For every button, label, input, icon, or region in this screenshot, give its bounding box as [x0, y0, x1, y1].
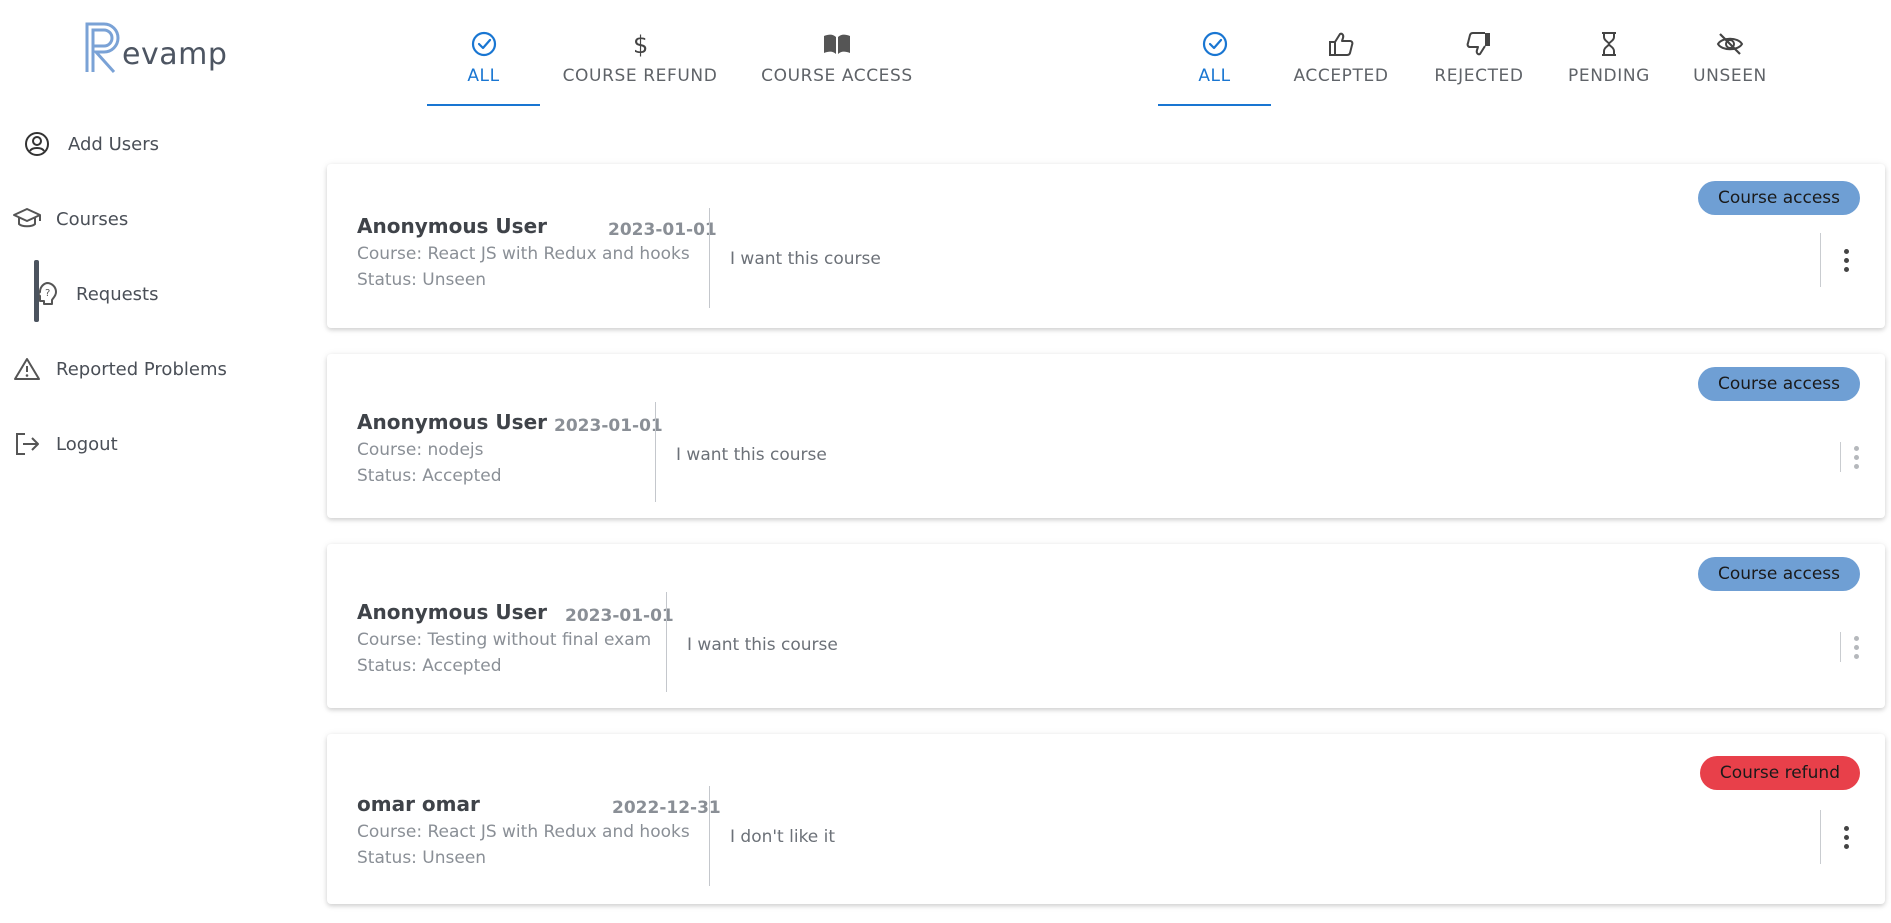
request-date: 2023-01-01	[565, 606, 674, 626]
sidebar-item-label: Logout	[56, 433, 118, 455]
request-card[interactable]: Anonymous User Course: Testing without f…	[327, 544, 1885, 708]
sidebar-item-label: Reported Problems	[56, 358, 227, 380]
more-options-icon[interactable]	[1836, 243, 1856, 277]
card-divider	[655, 402, 656, 502]
graduation-cap-icon	[12, 204, 42, 234]
hourglass-icon	[1593, 28, 1625, 60]
tab-label: REJECTED	[1434, 66, 1524, 86]
check-circle-icon	[1199, 28, 1231, 60]
logout-icon	[12, 429, 42, 459]
request-card[interactable]: omar omar Course: React JS with Redux an…	[327, 734, 1885, 904]
svg-text:?: ?	[45, 288, 50, 299]
tab-rejected[interactable]: REJECTED	[1411, 22, 1547, 106]
tab-accepted[interactable]: ACCEPTED	[1271, 22, 1411, 106]
request-card[interactable]: Anonymous User Course: nodejs Status: Ac…	[327, 354, 1885, 518]
request-course: Course: React JS with Redux and hooks	[357, 822, 690, 842]
tab-label: COURSE REFUND	[562, 66, 718, 86]
request-message: I don't like it	[730, 827, 836, 847]
request-message: I want this course	[687, 635, 838, 655]
request-type-badge: Course access	[1697, 181, 1860, 215]
card-divider	[709, 786, 710, 886]
request-type-badge: Course refund	[1699, 756, 1860, 790]
menu-divider	[1840, 442, 1841, 472]
sidebar-item-add-users[interactable]: Add Users	[22, 124, 159, 164]
request-list: Anonymous User Course: React JS with Red…	[327, 164, 1887, 923]
card-divider	[666, 592, 667, 692]
user-circle-icon	[22, 129, 52, 159]
request-message: I want this course	[730, 249, 881, 269]
thumbs-up-icon	[1325, 28, 1357, 60]
menu-divider	[1820, 810, 1821, 864]
request-status: Status: Accepted	[357, 656, 502, 676]
requester-name: Anonymous User	[357, 410, 547, 434]
book-icon	[821, 28, 853, 60]
sidebar-item-reported-problems[interactable]: Reported Problems	[12, 349, 227, 389]
more-options-icon[interactable]	[1836, 820, 1856, 854]
revamp-logo-icon	[85, 22, 120, 74]
tab-label: UNSEEN	[1693, 66, 1767, 86]
tab-label: ALL	[467, 66, 500, 86]
logo-text: evamp	[122, 37, 228, 72]
request-status: Status: Accepted	[357, 466, 502, 486]
request-status: Status: Unseen	[357, 848, 487, 868]
tab-label: ALL	[1198, 66, 1231, 86]
tab-label: COURSE ACCESS	[761, 66, 913, 86]
sidebar-item-courses[interactable]: Courses	[12, 199, 128, 239]
revamp-logo[interactable]: evamp	[84, 18, 227, 74]
more-options-icon[interactable]	[1846, 630, 1866, 664]
card-divider	[709, 208, 710, 308]
sidebar: evamp Add Users Courses ? Requests Repor…	[0, 0, 320, 923]
request-date: 2022-12-31	[612, 798, 721, 818]
eye-off-icon	[1714, 28, 1746, 60]
tab-course-access[interactable]: COURSE ACCESS	[740, 22, 934, 106]
menu-divider	[1840, 632, 1841, 662]
request-status: Status: Unseen	[357, 270, 487, 290]
more-options-icon[interactable]	[1846, 440, 1866, 474]
request-type-badge: Course access	[1697, 367, 1860, 401]
tab-unseen[interactable]: UNSEEN	[1671, 22, 1789, 106]
question-bubble-icon: ?	[32, 279, 62, 309]
sidebar-item-label: Requests	[76, 283, 159, 305]
request-course: Course: Testing without final exam	[357, 630, 652, 650]
check-circle-icon	[468, 28, 500, 60]
request-status-tabs: ALL ACCEPTED REJECTED PENDING UNSEEN	[1158, 22, 1789, 106]
sidebar-item-logout[interactable]: Logout	[12, 424, 118, 464]
menu-divider	[1820, 233, 1821, 287]
request-message: I want this course	[676, 445, 827, 465]
tab-all-statuses[interactable]: ALL	[1158, 22, 1271, 106]
request-type-badge: Course access	[1697, 557, 1860, 591]
request-course: Course: React JS with Redux and hooks	[357, 244, 690, 264]
request-card[interactable]: Anonymous User Course: React JS with Red…	[327, 164, 1885, 328]
request-type-tabs: ALL $ COURSE REFUND COURSE ACCESS	[427, 22, 934, 106]
request-date: 2023-01-01	[608, 220, 717, 240]
tab-all-types[interactable]: ALL	[427, 22, 540, 106]
sidebar-item-label: Courses	[56, 208, 129, 230]
svg-text:$: $	[633, 31, 648, 58]
dollar-icon: $	[624, 28, 656, 60]
tab-label: ACCEPTED	[1293, 66, 1389, 86]
request-date: 2023-01-01	[554, 416, 663, 436]
sidebar-item-label: Add Users	[68, 133, 159, 155]
request-info: Anonymous User Course: nodejs Status: Ac…	[357, 410, 547, 486]
tab-label: PENDING	[1568, 66, 1650, 86]
thumbs-down-icon	[1463, 28, 1495, 60]
request-course: Course: nodejs	[357, 440, 484, 460]
tab-pending[interactable]: PENDING	[1547, 22, 1671, 106]
tab-course-refund[interactable]: $ COURSE REFUND	[540, 22, 740, 106]
warning-icon	[12, 354, 42, 384]
sidebar-item-requests[interactable]: ? Requests	[32, 260, 159, 322]
